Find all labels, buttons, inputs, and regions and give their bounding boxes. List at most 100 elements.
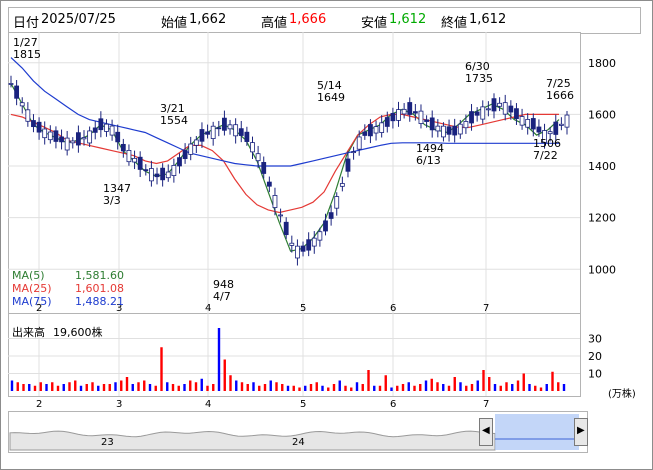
annotation-line2: 6/13 <box>416 154 441 167</box>
candle-body <box>362 131 368 136</box>
candle-body <box>328 212 334 219</box>
range-navigator[interactable]: 23 24 ◀ ▶ <box>8 411 588 453</box>
volume-x-tick-label: 2 <box>36 399 42 409</box>
candle-body <box>530 118 536 130</box>
ma5-value: 1,581.60 <box>75 269 124 282</box>
volume-bar <box>74 380 77 391</box>
volume-bar <box>258 385 261 391</box>
candle-body <box>384 117 390 127</box>
navigator-label-24: 24 <box>292 437 305 448</box>
candle-body <box>42 128 48 139</box>
navigator-left-handle[interactable]: ◀ <box>479 418 493 446</box>
candle-body <box>36 121 42 133</box>
volume-bar <box>350 387 353 391</box>
ma25-label: MA(25) <box>12 282 52 295</box>
candle-body <box>87 130 93 144</box>
volume-bar <box>166 382 169 391</box>
candle-body <box>25 109 31 122</box>
candle-body <box>469 111 474 124</box>
volume-bar <box>430 378 433 391</box>
volume-bar <box>62 384 65 391</box>
candle-body <box>553 121 559 135</box>
candle-body <box>407 102 413 115</box>
volume-bar <box>39 382 42 391</box>
candle-body <box>311 237 317 247</box>
candle-body <box>283 221 289 236</box>
candle-body <box>104 123 109 132</box>
candle-body <box>250 142 255 153</box>
candle-body <box>126 150 132 163</box>
candle-body <box>345 158 351 172</box>
volume-bar <box>183 384 186 391</box>
candle-body <box>390 112 396 122</box>
volume-bar <box>488 377 491 391</box>
ma75-legend: MA(75) 1,488.21 <box>12 295 124 308</box>
volume-bar <box>125 377 129 391</box>
volume-bar <box>545 384 548 391</box>
volume-bar <box>154 385 157 391</box>
candle-body <box>300 245 306 252</box>
candle-body <box>317 231 323 241</box>
volume-bar <box>102 384 106 391</box>
candle-body <box>368 124 373 137</box>
chevron-left-icon: ◀ <box>482 425 490 436</box>
candle-body <box>564 114 570 128</box>
volume-bar <box>281 384 284 391</box>
candle-body <box>457 123 463 135</box>
candle-body <box>47 131 53 141</box>
candle-body <box>272 195 278 208</box>
candle-body <box>424 119 429 122</box>
navigator-selection[interactable] <box>495 414 579 450</box>
volume-bar <box>263 384 267 391</box>
volume-bar <box>91 382 94 391</box>
candle-body <box>295 245 300 259</box>
volume-bar <box>470 384 474 391</box>
volume-bar <box>332 384 336 391</box>
volume-bar <box>396 385 399 391</box>
volume-bar <box>79 385 83 391</box>
candle-body <box>463 121 469 129</box>
volume-bar <box>344 385 347 391</box>
volume-bar <box>436 382 439 391</box>
high-value: 1,666 <box>289 12 327 27</box>
navigator-right-handle[interactable]: ▶ <box>574 418 588 446</box>
low-label: 安値 <box>361 16 388 31</box>
candle-body <box>435 125 441 132</box>
volume-bar <box>56 385 60 391</box>
volume-bar <box>108 384 111 391</box>
volume-bar <box>499 385 502 391</box>
candle-body <box>497 102 503 107</box>
volume-x-tick-label: 6 <box>390 399 396 409</box>
navigator-label-23: 23 <box>101 437 114 448</box>
candle-body <box>199 129 205 142</box>
candle-body <box>222 117 227 131</box>
y-tick-label: 1600 <box>588 108 616 121</box>
date-label: 日付 <box>13 16 40 31</box>
volume-bar <box>22 384 25 391</box>
candle-body <box>491 98 497 112</box>
volume-bar <box>298 387 301 391</box>
volume-bar <box>367 370 370 391</box>
candle-body <box>193 139 199 146</box>
open-value: 1,662 <box>189 12 227 27</box>
candle-body <box>289 242 295 246</box>
volume-bar <box>137 382 140 391</box>
volume-bar <box>235 380 238 391</box>
candle-body <box>177 157 182 167</box>
volume-bar <box>131 384 134 391</box>
candle-body <box>53 130 59 142</box>
candle-body <box>558 123 564 126</box>
annotation-line2: 4/7 <box>213 290 231 303</box>
volume-bar <box>143 380 146 391</box>
candle-body <box>238 128 244 136</box>
candle-body <box>109 125 115 136</box>
volume-bar <box>28 384 31 391</box>
candle-body <box>149 168 154 182</box>
volume-bar <box>16 382 19 391</box>
candle-body <box>351 151 356 154</box>
ma75-value: 1,488.21 <box>75 295 124 308</box>
volume-x-tick-label: 5 <box>300 399 306 409</box>
chevron-right-icon: ▶ <box>577 425 585 436</box>
ma5-label: MA(5) <box>12 269 45 282</box>
volume-bar <box>493 384 497 391</box>
